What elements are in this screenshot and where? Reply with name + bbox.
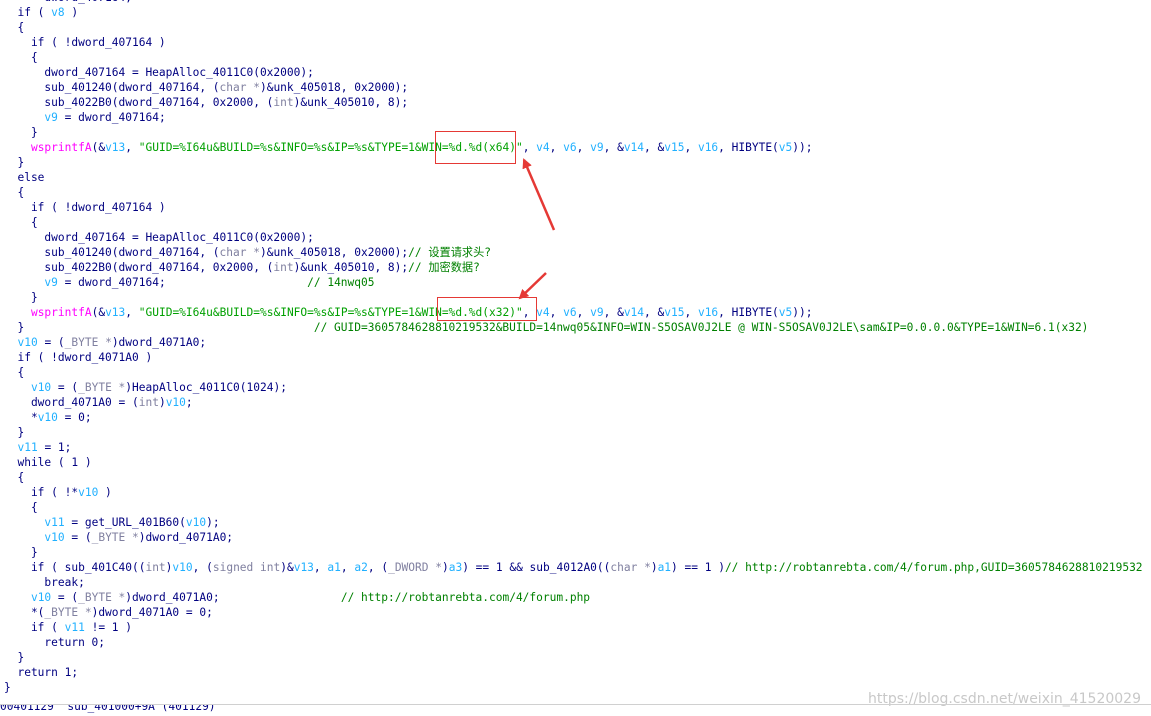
arrow-up xyxy=(522,158,556,231)
bottom-cut-text: 00401129 sub_401000+9A (401129) xyxy=(0,704,216,713)
arrow-down xyxy=(518,272,547,300)
annotation-arrows xyxy=(518,158,556,300)
bottom-status-strip: 00401129 sub_401000+9A (401129) xyxy=(0,704,1151,716)
